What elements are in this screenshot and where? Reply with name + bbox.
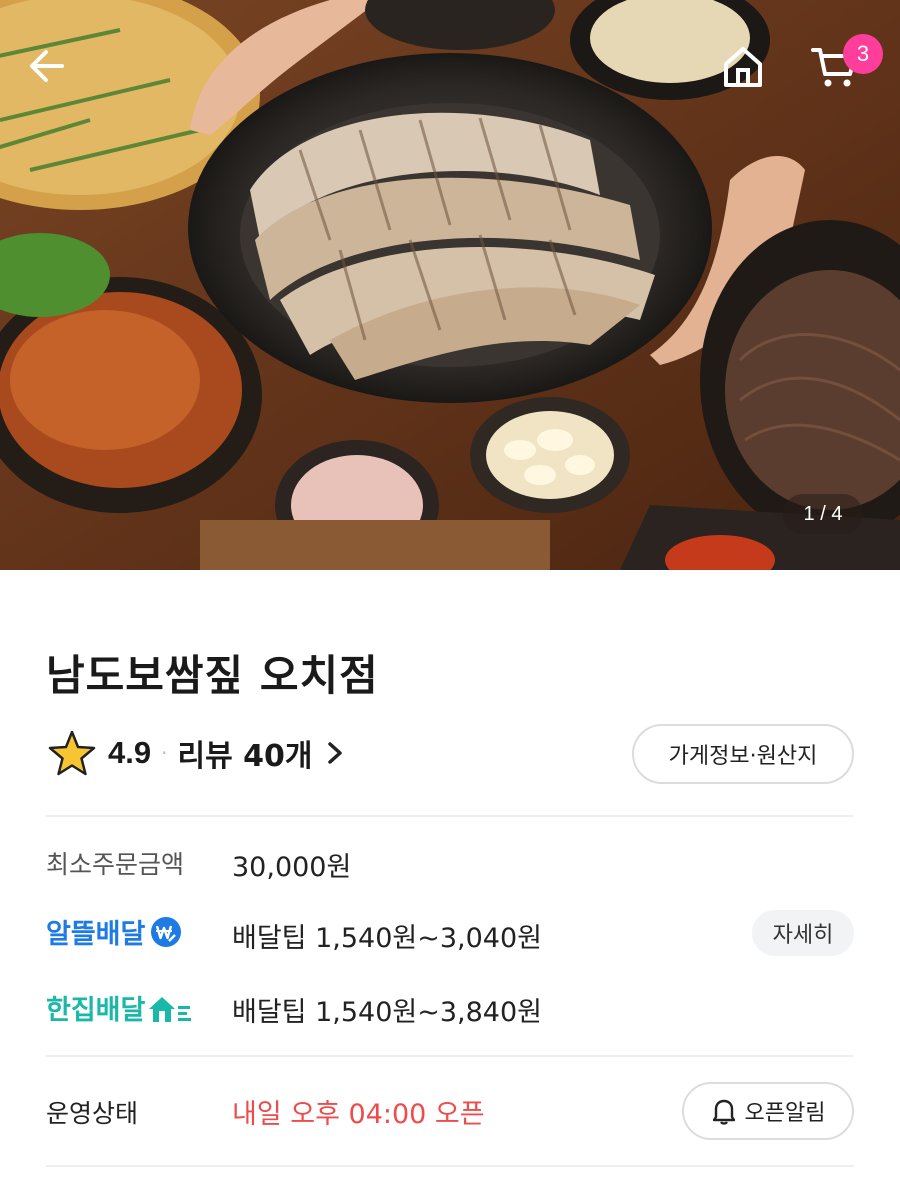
min-order-value: 30,000원 bbox=[232, 852, 352, 883]
min-order-label: 최소주문금액 bbox=[46, 850, 185, 879]
back-button[interactable] bbox=[26, 44, 86, 104]
won-coin-icon bbox=[151, 916, 182, 947]
star-icon bbox=[48, 730, 96, 776]
store-name: 남도보쌈짚 오치점 bbox=[46, 651, 379, 700]
open-alarm-button[interactable]: 오픈알림 bbox=[682, 1082, 854, 1140]
delivery-brand-single: 한집배달 bbox=[46, 988, 193, 1027]
chevron-right-icon[interactable] bbox=[326, 740, 344, 766]
house-speed-icon bbox=[149, 996, 192, 1022]
open-alarm-label: 오픈알림 bbox=[744, 1101, 826, 1126]
image-pager: 1 / 4 bbox=[783, 494, 863, 534]
rating-score: 4.9 bbox=[108, 735, 152, 770]
back-arrow-icon bbox=[30, 50, 64, 82]
cart-count-badge: 3 bbox=[843, 34, 883, 74]
bell-icon bbox=[712, 1099, 735, 1125]
divider bbox=[46, 815, 854, 817]
review-count-link[interactable]: 리뷰 40개 bbox=[177, 731, 312, 775]
store-info-button[interactable]: 가게정보·원산지 bbox=[632, 724, 854, 784]
divider bbox=[46, 1055, 854, 1057]
delivery-brand-saver: 알뜰배달 bbox=[46, 912, 183, 951]
home-icon bbox=[724, 47, 762, 87]
divider bbox=[46, 1165, 854, 1167]
delivery-brand-label: 한집배달 bbox=[46, 995, 146, 1026]
rating-row: 4.9 · 리뷰 40개 bbox=[48, 728, 344, 778]
delivery-brand-label: 알뜰배달 bbox=[46, 919, 146, 950]
separator-dot: · bbox=[161, 741, 168, 765]
home-button[interactable] bbox=[720, 44, 780, 104]
status-label: 운영상태 bbox=[46, 1099, 139, 1128]
hero-image[interactable]: 3 1 / 4 bbox=[0, 0, 900, 570]
delivery-tip-saver: 배달팁 1,540원~3,040원 bbox=[232, 923, 542, 954]
open-status-value: 내일 오후 04:00 오픈 bbox=[232, 1099, 485, 1130]
delivery-detail-button[interactable]: 자세히 bbox=[752, 910, 854, 956]
delivery-tip-single: 배달팁 1,540원~3,840원 bbox=[232, 997, 542, 1028]
